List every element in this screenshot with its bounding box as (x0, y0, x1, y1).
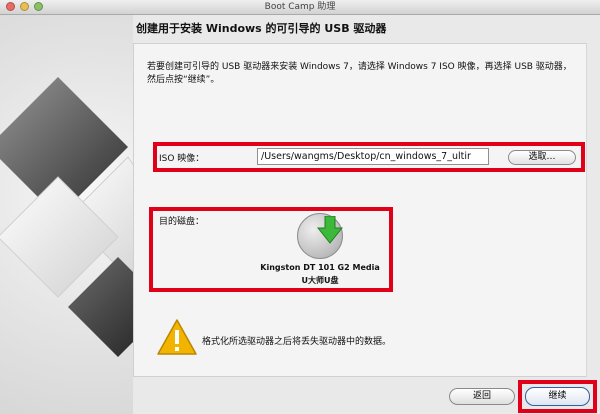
instructions-text: 若要创建可引导的 USB 驱动器来安装 Windows 7，请选择 Window… (147, 62, 572, 85)
back-button[interactable]: 返回 (449, 388, 515, 405)
warning-text: 格式化所选驱动器之后将丢失驱动器中的数据。 (202, 337, 392, 347)
iso-highlight-box (153, 142, 585, 172)
title-bar: Boot Camp 助理 (0, 0, 600, 15)
windows-logo-art (0, 15, 133, 414)
page-heading: 创建用于安装 Windows 的可引导的 USB 驱动器 (136, 22, 387, 35)
window-title: Boot Camp 助理 (264, 2, 336, 12)
destination-highlight-box (149, 207, 393, 292)
warning-icon (157, 319, 197, 355)
windows-logo-icon (0, 77, 133, 357)
continue-button[interactable]: 继续 (525, 387, 590, 406)
